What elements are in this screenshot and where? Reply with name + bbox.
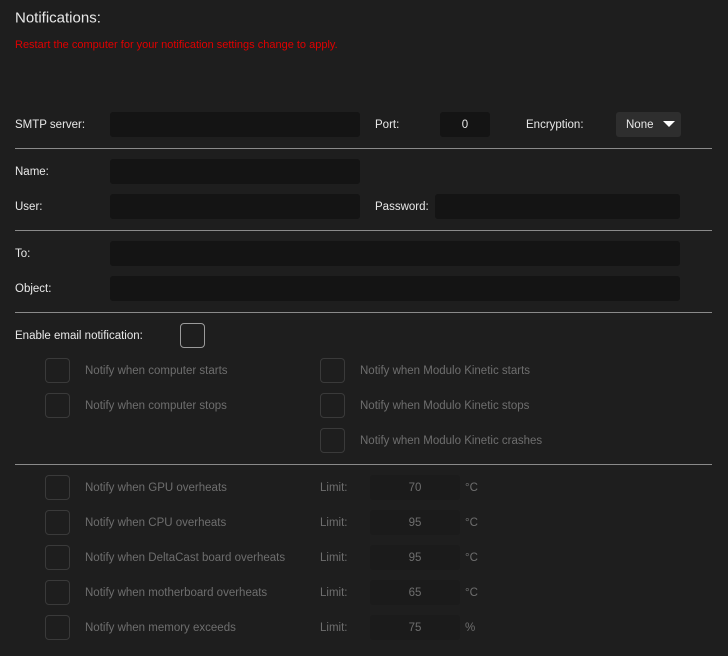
mk-crashes-checkbox[interactable]	[320, 428, 345, 453]
limit-input[interactable]: 65	[370, 580, 460, 605]
limit-checkbox[interactable]	[45, 475, 70, 500]
smtp-server-input[interactable]	[110, 112, 360, 137]
limit-input[interactable]: 75	[370, 615, 460, 640]
name-input[interactable]	[110, 159, 360, 184]
computer-starts-checkbox[interactable]	[45, 358, 70, 383]
limit-checkbox[interactable]	[45, 615, 70, 640]
enable-email-checkbox[interactable]	[180, 323, 205, 348]
computer-stops-label: Notify when computer stops	[85, 400, 227, 412]
user-label: User:	[15, 201, 43, 213]
limit-label: Notify when memory exceeds	[85, 622, 236, 634]
limit-label: Notify when CPU overheats	[85, 517, 227, 529]
encryption-dropdown[interactable]: None	[616, 112, 681, 137]
limit-checkbox[interactable]	[45, 580, 70, 605]
limit-label: Notify when motherboard overheats	[85, 587, 268, 599]
limit-text: Limit:	[320, 517, 348, 529]
computer-stops-checkbox[interactable]	[45, 393, 70, 418]
limit-checkbox[interactable]	[45, 545, 70, 570]
user-input[interactable]	[110, 194, 360, 219]
mk-starts-checkbox[interactable]	[320, 358, 345, 383]
limit-unit: °C	[465, 587, 478, 599]
limit-label: Notify when GPU overheats	[85, 482, 227, 494]
mk-stops-label: Notify when Modulo Kinetic stops	[360, 400, 530, 412]
divider	[15, 148, 712, 149]
limit-checkbox[interactable]	[45, 510, 70, 535]
port-label: Port:	[375, 119, 400, 131]
limit-input[interactable]: 70	[370, 475, 460, 500]
limit-text: Limit:	[320, 587, 348, 599]
object-label: Object:	[15, 283, 52, 295]
chevron-down-icon	[663, 121, 675, 127]
limit-unit: °C	[465, 482, 478, 494]
limit-unit: %	[465, 622, 476, 634]
mk-stops-checkbox[interactable]	[320, 393, 345, 418]
page-title: Notifications:	[15, 9, 101, 27]
password-label: Password:	[375, 201, 429, 213]
limit-input[interactable]: 95	[370, 545, 460, 570]
port-input[interactable]: 0	[440, 112, 490, 137]
divider	[15, 230, 712, 231]
encryption-label: Encryption:	[526, 119, 584, 131]
limit-unit: °C	[465, 552, 478, 564]
password-input[interactable]	[435, 194, 680, 219]
limit-label: Notify when DeltaCast board overheats	[85, 552, 286, 564]
name-label: Name:	[15, 166, 49, 178]
encryption-value: None	[626, 118, 654, 131]
limit-input[interactable]: 95	[370, 510, 460, 535]
to-input[interactable]	[110, 241, 680, 266]
limit-text: Limit:	[320, 622, 348, 634]
mk-starts-label: Notify when Modulo Kinetic starts	[360, 365, 531, 377]
limit-unit: °C	[465, 517, 478, 529]
divider	[15, 312, 712, 313]
restart-warning: Restart the computer for your notificati…	[15, 39, 338, 51]
mk-crashes-label: Notify when Modulo Kinetic crashes	[360, 435, 543, 447]
smtp-label: SMTP server:	[15, 119, 86, 131]
object-input[interactable]	[110, 276, 680, 301]
computer-starts-label: Notify when computer starts	[85, 365, 228, 377]
limit-text: Limit:	[320, 482, 348, 494]
enable-email-label: Enable email notification:	[15, 330, 143, 342]
to-label: To:	[15, 248, 31, 260]
limit-text: Limit:	[320, 552, 348, 564]
divider	[15, 464, 712, 465]
